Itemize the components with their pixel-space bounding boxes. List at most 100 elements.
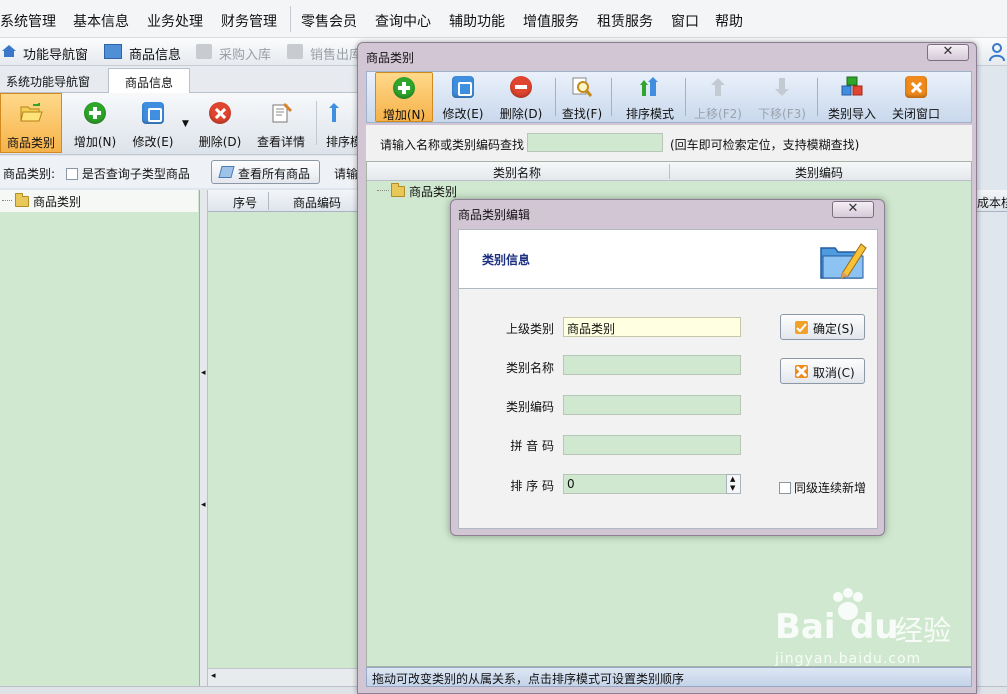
folder-open-icon [19, 103, 43, 125]
category-search-bar: 请输入名称或类别编码查找 (回车即可检索定位，支持模糊查找) [366, 125, 972, 161]
chevron-down-icon[interactable]: ▼ [730, 484, 735, 492]
col-cost[interactable]: 成本核 [977, 194, 1007, 211]
pane-splitter[interactable]: ◂ ◂ [200, 190, 208, 686]
product-grid: 序号 商品编码 [208, 190, 365, 686]
details-icon [270, 102, 293, 124]
col-index[interactable]: 序号 [233, 194, 257, 211]
chevron-down-icon[interactable]: ▼ [182, 119, 189, 129]
col-product-code[interactable]: 商品编码 [293, 194, 341, 211]
home-icon [1, 43, 17, 59]
product-info-button[interactable]: 商品信息 [129, 44, 181, 63]
sales-out-button[interactable]: 销售出库 [310, 44, 362, 63]
sort-code-field[interactable]: 0 [563, 474, 727, 494]
col-category-name[interactable]: 类别名称 [493, 164, 541, 181]
menu-help[interactable]: 帮助 [715, 11, 743, 31]
cat-move-down-button[interactable]: 下移(F3) [751, 72, 813, 122]
cat-import-button[interactable]: 类别导入 [821, 72, 883, 122]
edit-icon [142, 102, 164, 124]
checkbox-box[interactable] [66, 168, 78, 180]
category-name-field[interactable] [563, 355, 741, 375]
confirm-button[interactable]: 确定(S) [780, 314, 865, 340]
menu-query-center[interactable]: 查询中心 [375, 11, 431, 31]
delete-button[interactable]: 删除(D) [192, 93, 248, 153]
tab-product-info[interactable]: 商品信息 [108, 68, 190, 93]
category-button[interactable]: 商品类别 [0, 93, 62, 153]
purchase-in-button[interactable]: 采购入库 [219, 44, 271, 63]
menu-system[interactable]: 系统管理 [0, 11, 56, 31]
sort-icon [639, 76, 661, 98]
parent-category-field[interactable]: 商品类别 [563, 317, 741, 337]
pinyin-code-field[interactable] [563, 435, 741, 455]
menu-basic-info[interactable]: 基本信息 [73, 11, 129, 31]
cancel-button[interactable]: 取消(C) [780, 358, 865, 384]
view-all-label: 查看所有商品 [238, 167, 311, 181]
menu-finance[interactable]: 财务管理 [221, 11, 277, 31]
cat-add-button[interactable]: 增加(N) [375, 72, 433, 122]
edit-dialog-close-button[interactable]: ✕ [832, 201, 874, 218]
sort-code-stepper[interactable]: ▲ ▼ [726, 474, 741, 494]
category-code-label: 类别编码 [505, 400, 554, 414]
cat-delete-button[interactable]: 删除(D) [493, 72, 549, 122]
category-dialog-close-button[interactable]: ✕ [927, 44, 969, 61]
add-button[interactable]: 增加(N) [66, 93, 124, 153]
cat-edit-button[interactable]: 修改(E) [435, 72, 491, 122]
edit-dialog-header-title: 类别信息 [482, 253, 531, 267]
tree-root-label: 商品类别 [33, 195, 82, 209]
check-icon [795, 321, 808, 334]
horizontal-scrollbar[interactable]: ◂ [208, 668, 365, 686]
grid-header: 序号 商品编码 [208, 190, 365, 212]
category-tree-pane: 商品类别 [0, 190, 200, 686]
document-tabs: 系统功能导航窗 商品信息 [0, 66, 365, 93]
tree-root-row[interactable]: 商品类别 [0, 190, 198, 212]
edit-dialog-title: 商品类别编辑 [458, 208, 531, 222]
col-category-code[interactable]: 类别编码 [795, 164, 843, 181]
category-status-bar: 拖动可改变类别的从属关系，点击排序模式可设置类别顺序 [366, 667, 972, 687]
collapse-left-icon-2[interactable]: ◂ [201, 500, 206, 510]
category-tree-root[interactable]: 商品类别 [377, 181, 477, 200]
cat-find-button[interactable]: 查找(F) [559, 72, 605, 122]
edit-icon [452, 76, 474, 98]
category-search-hint: (回车即可检索定位，支持模糊查找) [670, 138, 860, 152]
collapse-left-icon[interactable]: ◂ [201, 368, 206, 378]
category-name-label: 类别名称 [505, 361, 554, 375]
cat-move-down-label: 下移(F3) [758, 107, 806, 121]
cancel-label: 取消(C) [813, 366, 855, 380]
menu-retail-member[interactable]: 零售会员 [301, 11, 357, 31]
checkbox-box[interactable] [779, 482, 791, 494]
view-all-products-button[interactable]: 查看所有商品 [211, 160, 320, 184]
cat-close-window-button[interactable]: 关闭窗口 [885, 72, 947, 122]
edit-label: 修改(E) [132, 135, 174, 149]
category-tree-root-label: 商品类别 [409, 185, 458, 199]
category-search-label: 请输入名称或类别编码查找 [380, 138, 525, 152]
folder-edit-icon [819, 238, 867, 282]
chevron-up-icon[interactable]: ▲ [730, 475, 735, 483]
subtype-checkbox[interactable]: 是否查询子类型商品 [66, 165, 190, 182]
menu-value-added[interactable]: 增值服务 [523, 11, 579, 31]
continue-add-label: 同级连续新增 [794, 481, 867, 495]
cat-sort-button[interactable]: 排序模式 [615, 72, 685, 122]
tab-nav-window[interactable]: 系统功能导航窗 [0, 68, 96, 93]
nav-window-button[interactable]: 功能导航窗 [23, 44, 88, 63]
user-icon[interactable] [988, 42, 1006, 62]
menu-business[interactable]: 业务处理 [147, 11, 203, 31]
cancel-icon [795, 365, 808, 378]
details-label: 查看详情 [256, 135, 305, 149]
search-hint-partial: 请输 [334, 167, 359, 181]
close-window-icon [905, 76, 927, 98]
move-down-icon [771, 76, 793, 98]
main-toolbar: 商品类别 增加(N) 修改(E) ▼ 删除(D) 查看详情 排序模式 [0, 93, 374, 155]
category-search-input[interactable] [527, 133, 663, 152]
category-code-field[interactable] [563, 395, 741, 415]
continue-add-checkbox[interactable]: 同级连续新增 [779, 479, 866, 496]
menu-lease[interactable]: 租赁服务 [597, 11, 653, 31]
edit-dialog-form: 上级类别 商品类别 类别名称 类别编码 拼 音 码 排 序 码 0 ▲ ▼ 确定… [458, 289, 878, 529]
menu-aux-functions[interactable]: 辅助功能 [449, 11, 505, 31]
category-edit-dialog: 商品类别编辑 ✕ 类别信息 上级类别 商品类别 类别名称 类别编码 拼 音 码 … [450, 199, 885, 536]
menu-window[interactable]: 窗口 [671, 11, 699, 31]
scroll-left-icon[interactable]: ◂ [211, 671, 216, 681]
edit-button[interactable]: 修改(E) [124, 93, 182, 153]
view-details-button[interactable]: 查看详情 [252, 93, 310, 153]
cat-move-up-button[interactable]: 上移(F2) [687, 72, 749, 122]
import-icon [841, 76, 863, 98]
filter-bar: 商品类别: 是否查询子类型商品 查看所有商品 请输 [0, 156, 365, 188]
